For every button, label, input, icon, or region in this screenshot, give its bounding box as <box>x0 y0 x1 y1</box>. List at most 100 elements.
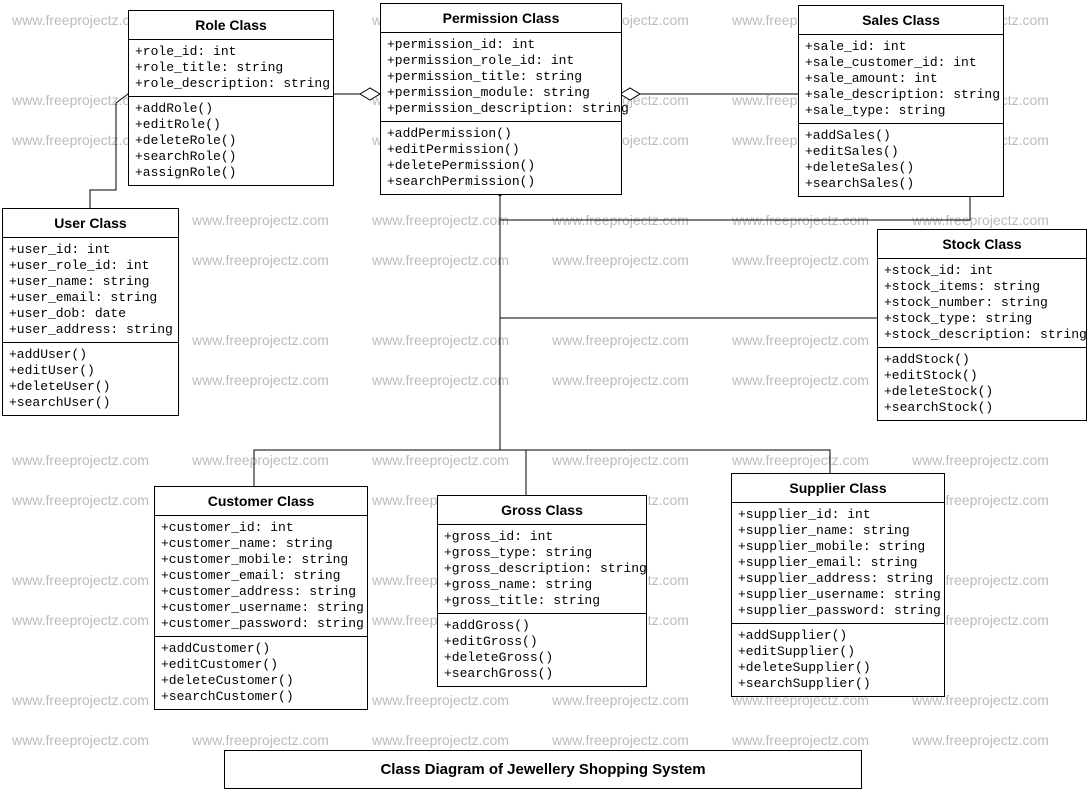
uml-row: +supplier_mobile: string <box>738 539 938 555</box>
uml-row: +searchPermission() <box>387 174 615 190</box>
uml-row: +stock_description: string <box>884 327 1080 343</box>
class-gross-ops: +addGross()+editGross()+deleteGross()+se… <box>438 614 646 686</box>
class-supplier-title: Supplier Class <box>732 474 944 503</box>
uml-row: +user_email: string <box>9 290 172 306</box>
uml-row: +addSupplier() <box>738 628 938 644</box>
uml-row: +assignRole() <box>135 165 327 181</box>
uml-row: +sale_customer_id: int <box>805 55 997 71</box>
uml-row: +supplier_name: string <box>738 523 938 539</box>
uml-row: +editPermission() <box>387 142 615 158</box>
class-role-ops: +addRole()+editRole()+deleteRole()+searc… <box>129 97 333 185</box>
uml-row: +role_description: string <box>135 76 327 92</box>
uml-row: +searchUser() <box>9 395 172 411</box>
uml-row: +deleteStock() <box>884 384 1080 400</box>
uml-row: +deleteGross() <box>444 650 640 666</box>
class-user-title: User Class <box>3 209 178 238</box>
uml-row: +editSupplier() <box>738 644 938 660</box>
class-user-attrs: +user_id: int+user_role_id: int+user_nam… <box>3 238 178 343</box>
uml-row: +sale_amount: int <box>805 71 997 87</box>
uml-row: +editRole() <box>135 117 327 133</box>
uml-row: +addUser() <box>9 347 172 363</box>
uml-row: +gross_description: string <box>444 561 640 577</box>
class-stock: Stock Class +stock_id: int+stock_items: … <box>877 229 1087 421</box>
uml-row: +permission_module: string <box>387 85 615 101</box>
class-supplier-attrs: +supplier_id: int+supplier_name: string+… <box>732 503 944 624</box>
class-customer: Customer Class +customer_id: int+custome… <box>154 486 368 710</box>
uml-row: +deleteSales() <box>805 160 997 176</box>
uml-row: +role_id: int <box>135 44 327 60</box>
uml-row: +sale_type: string <box>805 103 997 119</box>
uml-row: +user_address: string <box>9 322 172 338</box>
uml-row: +stock_number: string <box>884 295 1080 311</box>
uml-row: +permission_role_id: int <box>387 53 615 69</box>
class-user: User Class +user_id: int+user_role_id: i… <box>2 208 179 416</box>
class-stock-title: Stock Class <box>878 230 1086 259</box>
class-role-attrs: +role_id: int+role_title: string+role_de… <box>129 40 333 97</box>
uml-row: +editStock() <box>884 368 1080 384</box>
uml-row: +user_id: int <box>9 242 172 258</box>
class-supplier-ops: +addSupplier()+editSupplier()+deleteSupp… <box>732 624 944 696</box>
class-sales-ops: +addSales()+editSales()+deleteSales()+se… <box>799 124 1003 196</box>
uml-row: +stock_items: string <box>884 279 1080 295</box>
uml-row: +searchCustomer() <box>161 689 361 705</box>
uml-row: +customer_id: int <box>161 520 361 536</box>
class-permission-attrs: +permission_id: int+permission_role_id: … <box>381 33 621 122</box>
uml-row: +addGross() <box>444 618 640 634</box>
uml-row: +searchSupplier() <box>738 676 938 692</box>
uml-row: +sale_description: string <box>805 87 997 103</box>
uml-row: +user_role_id: int <box>9 258 172 274</box>
uml-row: +deleteSupplier() <box>738 660 938 676</box>
uml-row: +role_title: string <box>135 60 327 76</box>
uml-row: +customer_username: string <box>161 600 361 616</box>
uml-row: +deleteRole() <box>135 133 327 149</box>
uml-row: +editGross() <box>444 634 640 650</box>
uml-row: +addStock() <box>884 352 1080 368</box>
uml-row: +addPermission() <box>387 126 615 142</box>
uml-row: +customer_address: string <box>161 584 361 600</box>
class-role: Role Class +role_id: int+role_title: str… <box>128 10 334 186</box>
uml-row: +permission_id: int <box>387 37 615 53</box>
uml-row: +editCustomer() <box>161 657 361 673</box>
class-user-ops: +addUser()+editUser()+deleteUser()+searc… <box>3 343 178 415</box>
uml-row: +customer_name: string <box>161 536 361 552</box>
uml-row: +customer_mobile: string <box>161 552 361 568</box>
class-stock-ops: +addStock()+editStock()+deleteStock()+se… <box>878 348 1086 420</box>
uml-row: +searchSales() <box>805 176 997 192</box>
uml-row: +addCustomer() <box>161 641 361 657</box>
class-gross-attrs: +gross_id: int+gross_type: string+gross_… <box>438 525 646 614</box>
class-stock-attrs: +stock_id: int+stock_items: string+stock… <box>878 259 1086 348</box>
class-customer-title: Customer Class <box>155 487 367 516</box>
uml-row: +supplier_address: string <box>738 571 938 587</box>
uml-row: +stock_id: int <box>884 263 1080 279</box>
uml-row: +editSales() <box>805 144 997 160</box>
class-gross: Gross Class +gross_id: int+gross_type: s… <box>437 495 647 687</box>
uml-row: +addSales() <box>805 128 997 144</box>
uml-row: +deletePermission() <box>387 158 615 174</box>
uml-row: +addRole() <box>135 101 327 117</box>
class-permission-ops: +addPermission()+editPermission()+delete… <box>381 122 621 194</box>
uml-row: +permission_description: string <box>387 101 615 117</box>
class-customer-attrs: +customer_id: int+customer_name: string+… <box>155 516 367 637</box>
uml-row: +gross_type: string <box>444 545 640 561</box>
class-sales-attrs: +sale_id: int+sale_customer_id: int+sale… <box>799 35 1003 124</box>
uml-row: +customer_email: string <box>161 568 361 584</box>
class-role-title: Role Class <box>129 11 333 40</box>
uml-row: +gross_title: string <box>444 593 640 609</box>
class-gross-title: Gross Class <box>438 496 646 525</box>
uml-row: +supplier_id: int <box>738 507 938 523</box>
class-permission-title: Permission Class <box>381 4 621 33</box>
uml-row: +supplier_password: string <box>738 603 938 619</box>
uml-row: +permission_title: string <box>387 69 615 85</box>
class-sales-title: Sales Class <box>799 6 1003 35</box>
uml-row: +editUser() <box>9 363 172 379</box>
uml-row: +searchRole() <box>135 149 327 165</box>
class-supplier: Supplier Class +supplier_id: int+supplie… <box>731 473 945 697</box>
uml-row: +searchStock() <box>884 400 1080 416</box>
class-permission: Permission Class +permission_id: int+per… <box>380 3 622 195</box>
uml-row: +deleteCustomer() <box>161 673 361 689</box>
uml-row: +gross_id: int <box>444 529 640 545</box>
uml-row: +searchGross() <box>444 666 640 682</box>
uml-row: +supplier_username: string <box>738 587 938 603</box>
diagram-caption: Class Diagram of Jewellery Shopping Syst… <box>224 750 862 789</box>
uml-row: +deleteUser() <box>9 379 172 395</box>
